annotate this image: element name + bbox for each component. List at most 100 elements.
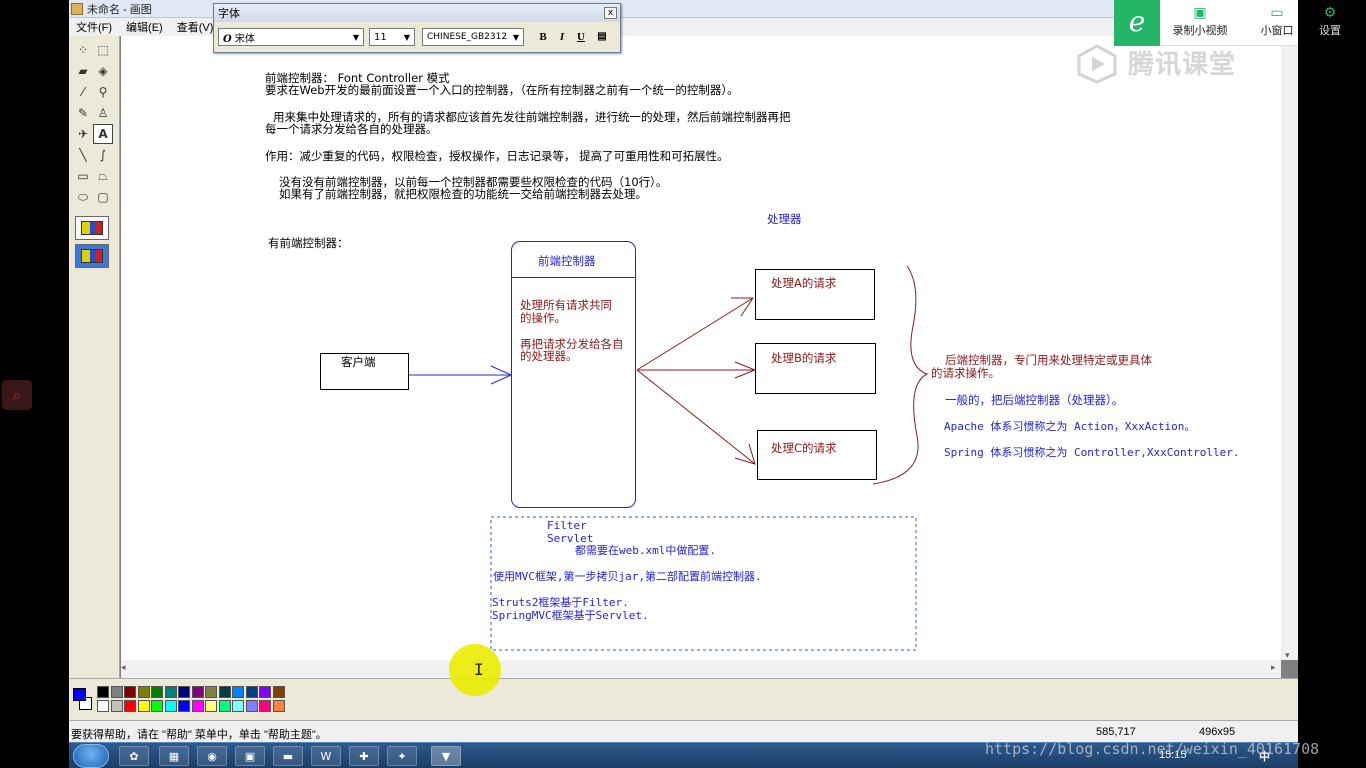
transparent-background-option[interactable] (75, 244, 109, 268)
bold-button[interactable]: B (535, 29, 551, 45)
status-bar: 要获得帮助，请在 "帮助" 菜单中，单击 "帮助主题"。 585,717 496… (69, 720, 1298, 742)
canvas-area: 前端控制器： Font Controller 模式 要求在Web开发的最前面设置… (121, 36, 1281, 660)
color-swatch[interactable] (124, 700, 136, 712)
note-springmvc: SpringMVC框架基于Servlet. (492, 609, 649, 622)
toolbox: ⁘ ⬚ ▰ ◈ ⁄ ⚲ ✎ ♙ ✈ A ╲ ∫ ▭ ⏢ ⬭ ▢ (69, 36, 120, 678)
color-swatch[interactable] (259, 686, 271, 698)
color-swatch[interactable] (191, 686, 204, 698)
processor-b-box: 处理B的请求 (755, 343, 876, 394)
pencil-icon[interactable]: ✎ (73, 103, 93, 123)
processor-c-box: 处理C的请求 (757, 430, 877, 480)
paint-taskbar-icon[interactable]: ▼ (431, 746, 461, 766)
rounded-rect-icon[interactable]: ▢ (93, 187, 113, 207)
fill-bucket-icon[interactable]: ◈ (93, 61, 113, 81)
color-swatch[interactable] (218, 700, 231, 712)
line-icon[interactable]: ╲ (73, 145, 93, 165)
charset-select[interactable]: CHINESE_GB2312 ▼ (422, 28, 524, 46)
current-colors[interactable] (72, 687, 94, 713)
color-swatch[interactable] (97, 686, 109, 698)
word-icon[interactable]: W (311, 746, 341, 766)
underline-button[interactable]: U (573, 29, 589, 45)
menu-file[interactable]: 文件(F) (69, 19, 119, 35)
color-swatch[interactable] (178, 686, 190, 698)
eraser-icon[interactable]: ▰ (73, 61, 93, 81)
rectangle-icon[interactable]: ▭ (73, 166, 93, 186)
tencent-class-logo: e (1114, 0, 1160, 46)
free-select-icon[interactable]: ⁘ (73, 40, 93, 60)
color-swatch[interactable] (245, 686, 258, 698)
brace-curve (872, 265, 929, 485)
status-coords: 585,717 (1096, 726, 1136, 738)
ellipse-icon[interactable]: ⬭ (73, 187, 93, 207)
tencent-class-bar: e ▣ 录制小视频 ▭ 小窗口 (1114, 0, 1298, 46)
taskbar-app-1[interactable]: ✿ (119, 746, 149, 766)
backend-text-b: 的请求操作。 (931, 366, 1000, 380)
color-swatch[interactable] (110, 686, 123, 698)
color-swatch[interactable] (124, 686, 136, 698)
color-swatch[interactable] (97, 700, 109, 712)
taskbar-app-8[interactable]: ✦ (387, 746, 417, 766)
font-name-select[interactable]: O 宋体 ▼ (218, 28, 364, 46)
vertical-text-icon[interactable]: ▤ (594, 29, 610, 45)
scroll-left-icon[interactable]: ◂ (121, 663, 126, 673)
taskbar-app-2[interactable]: ▦ (159, 746, 189, 766)
taskbar-app-4[interactable]: ▣ (235, 746, 265, 766)
curve-icon[interactable]: ∫ (93, 145, 113, 165)
color-swatch[interactable] (272, 700, 285, 712)
color-swatch[interactable] (137, 700, 150, 712)
airbrush-icon[interactable]: ✈ (73, 124, 93, 144)
font-size-select[interactable]: 11 ▼ (369, 28, 415, 46)
color-swatch[interactable] (151, 686, 163, 698)
color-swatch[interactable] (164, 686, 177, 698)
color-swatch[interactable] (272, 686, 285, 698)
scroll-down-icon[interactable]: ▾ (1285, 651, 1290, 661)
settings-button[interactable]: ⚙ 设置 (1300, 5, 1360, 38)
record-video-button[interactable]: ▣ 录制小视频 (1168, 5, 1232, 38)
front-controller-box: 前端控制器 处理所有请求共同 的操作。 再把请求分发给各自 的处理器。 (511, 241, 636, 508)
chevron-down-icon: ▼ (512, 32, 519, 42)
tv-icon: ▭ (1270, 4, 1284, 20)
color-swatch[interactable] (205, 700, 217, 712)
font-toolbar-dialog: 字体 x O 宋体 ▼ 11 ▼ CHINESE_GB2312 ▼ B I U ▤ (213, 3, 621, 53)
eyedropper-icon[interactable]: ⁄ (73, 82, 93, 102)
charset-value: CHINESE_GB2312 (427, 32, 508, 42)
color-swatch[interactable] (205, 686, 217, 698)
rect-select-icon[interactable]: ⬚ (93, 40, 113, 60)
polygon-icon[interactable]: ⏢ (93, 166, 113, 186)
italic-button[interactable]: I (554, 29, 570, 45)
color-swatch[interactable] (232, 686, 244, 698)
color-swatch[interactable] (245, 700, 258, 712)
text-tool-icon[interactable]: A (93, 124, 113, 144)
mini-window-button[interactable]: ▭ 小窗口 (1256, 5, 1298, 38)
color-swatch[interactable] (259, 700, 271, 712)
magnifier-icon[interactable]: ⚲ (93, 82, 113, 102)
vertical-scrollbar[interactable]: ▾ (1281, 36, 1298, 661)
processor-a-label: 处理A的请求 (771, 276, 837, 290)
color-swatch[interactable] (110, 700, 123, 712)
menu-edit[interactable]: 编辑(E) (119, 19, 170, 35)
color-swatch[interactable] (164, 700, 177, 712)
brush-icon[interactable]: ♙ (93, 103, 113, 123)
color-swatch[interactable] (178, 700, 190, 712)
taskbar-app-7[interactable]: ✚ (349, 746, 379, 766)
drawing-canvas[interactable]: 前端控制器： Font Controller 模式 要求在Web开发的最前面设置… (121, 36, 1281, 660)
horizontal-scrollbar[interactable]: ◂ ▸ (121, 660, 1281, 678)
scroll-right-icon[interactable]: ▸ (1271, 663, 1276, 673)
start-button[interactable] (73, 744, 109, 768)
status-size: 496x95 (1199, 726, 1236, 738)
taskbar-app-5[interactable]: ▬ (273, 746, 303, 766)
chrome-icon[interactable]: ◉ (197, 746, 227, 766)
color-swatch[interactable] (137, 686, 150, 698)
color-swatch[interactable] (232, 700, 244, 712)
fc-box-title: 前端控制器 (538, 254, 596, 268)
opaque-background-option[interactable] (75, 216, 109, 240)
close-icon[interactable]: x (604, 7, 617, 19)
mini-window-label: 小窗口 (1260, 25, 1294, 37)
color-swatch[interactable] (191, 700, 204, 712)
chevron-down-icon: ▼ (403, 32, 410, 42)
color-swatch[interactable] (218, 686, 231, 698)
processor-a-box: 处理A的请求 (755, 269, 875, 320)
search-icon[interactable]: ⌕ (2, 380, 32, 410)
color-swatch[interactable] (151, 700, 163, 712)
spring-text: Spring 体系习惯称之为 Controller,XxxController. (944, 446, 1240, 459)
